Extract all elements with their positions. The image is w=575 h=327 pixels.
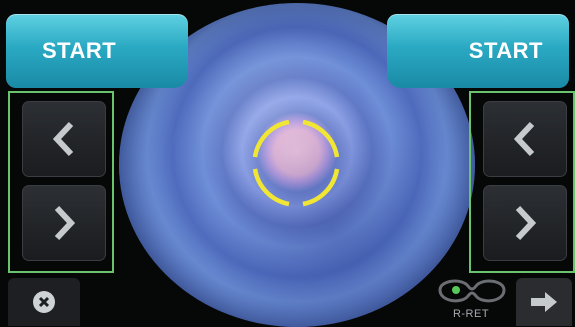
eye-mode-label: R-RET <box>452 308 490 320</box>
right-adjust-group <box>469 91 575 273</box>
close-button[interactable] <box>8 278 80 326</box>
chevron-left-icon <box>513 121 535 157</box>
chevron-left-icon <box>52 121 74 157</box>
left-previous-button[interactable] <box>22 101 106 177</box>
goggles-icon <box>438 279 506 303</box>
arrow-right-icon <box>531 292 557 312</box>
start-button-left[interactable]: START <box>6 14 188 88</box>
left-adjust-group <box>8 91 114 273</box>
close-icon <box>33 291 55 313</box>
start-button-right[interactable]: START <box>387 14 569 88</box>
device-screen: START START R-RET <box>0 0 575 327</box>
status-dot-icon <box>452 286 460 294</box>
chevron-right-icon <box>54 205 76 241</box>
next-button[interactable] <box>516 278 572 326</box>
right-previous-button[interactable] <box>483 101 567 177</box>
eye-mode-indicator[interactable]: R-RET <box>432 272 510 327</box>
chevron-right-icon <box>515 205 537 241</box>
alignment-target-ring <box>252 119 340 207</box>
left-next-button[interactable] <box>22 185 106 261</box>
right-next-button[interactable] <box>483 185 567 261</box>
bottom-bar: R-RET <box>0 272 575 327</box>
